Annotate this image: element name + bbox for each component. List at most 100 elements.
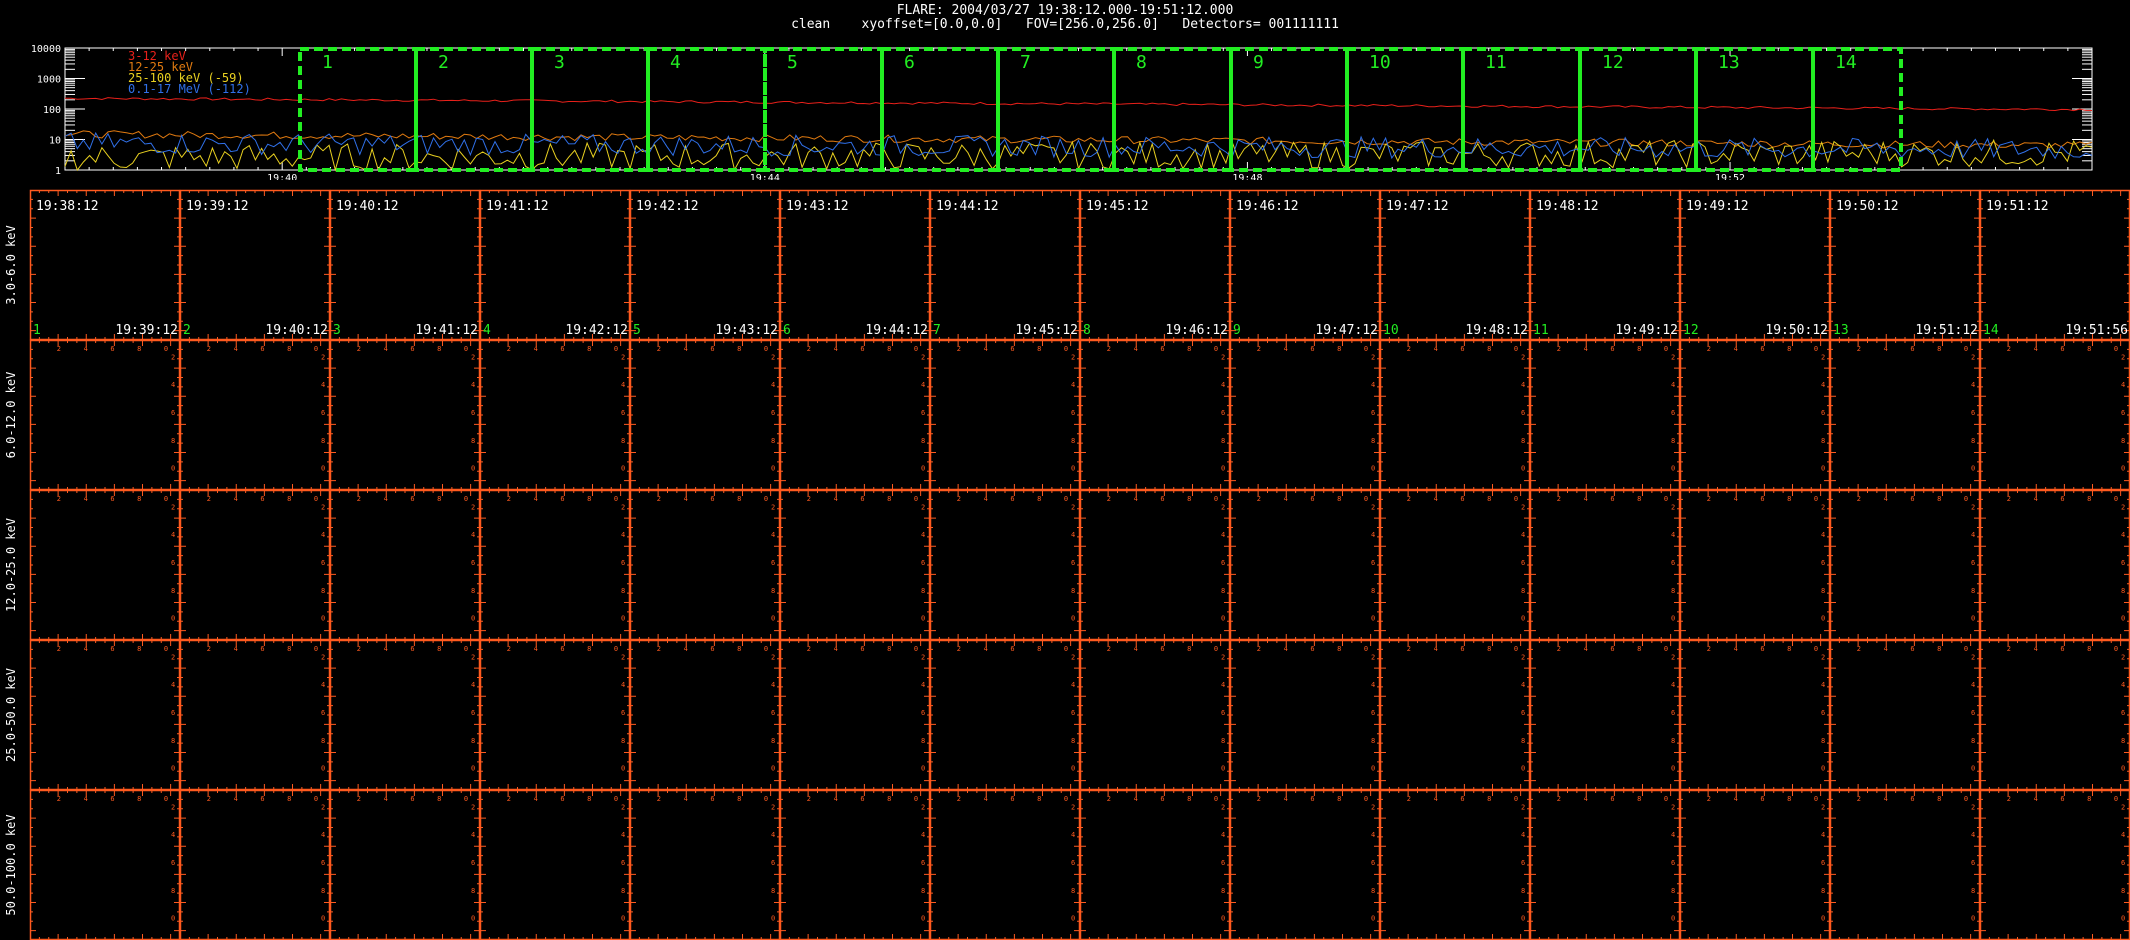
panel-axis-number: 8 — [137, 495, 141, 503]
panel-axis-number: 4 — [471, 381, 475, 389]
panel-axis-number: 0 — [1971, 615, 1975, 623]
panel-axis-number: 4 — [1071, 831, 1075, 839]
panel-axis-number: 0 — [2121, 465, 2125, 473]
panel-axis-number: 8 — [1971, 437, 1975, 445]
panel-axis-number: 8 — [1787, 645, 1791, 653]
panel-start-time: 19:44:12 — [936, 199, 999, 214]
panel-axis-number: 2 — [471, 503, 475, 511]
panel-axis-number: 8 — [737, 345, 741, 353]
panel-axis-number: 4 — [534, 495, 538, 503]
panel-axis-number: 6 — [921, 709, 925, 717]
image-panel-frame — [1079, 489, 1231, 641]
panel-axis-number: 2 — [1371, 353, 1375, 361]
image-panel-frame — [929, 789, 1081, 940]
panel-number: 4 — [483, 323, 491, 338]
panel-axis-number: 8 — [587, 495, 591, 503]
panel-axis-number: 6 — [471, 709, 475, 717]
panel-axis-number: 0 — [1364, 345, 1368, 353]
panel-axis-number: 8 — [1337, 795, 1341, 803]
panel-axis-number: 6 — [771, 859, 775, 867]
panel-axis-number: 8 — [587, 795, 591, 803]
panel-axis-number: 2 — [1821, 653, 1825, 661]
panel-axis-number: 2 — [621, 803, 625, 811]
panel-axis-number: 6 — [1821, 709, 1825, 717]
panel-axis-number: 4 — [1434, 495, 1438, 503]
panel-axis-number: 2 — [507, 795, 511, 803]
panel-start-time: 19:39:12 — [186, 199, 249, 214]
panel-axis-number: 2 — [1371, 803, 1375, 811]
panel-axis-number: 0 — [1521, 615, 1525, 623]
panel-axis-number: 6 — [1310, 795, 1314, 803]
panel-axis-number: 8 — [771, 887, 775, 895]
image-panel-frame — [1529, 639, 1681, 791]
panel-axis-number: 2 — [171, 803, 175, 811]
panel-end-time: 19:49:12 — [1615, 323, 1678, 338]
panel-axis-number: 8 — [621, 437, 625, 445]
panel-axis-number: 4 — [834, 345, 838, 353]
panel-axis-number: 0 — [2114, 495, 2118, 503]
panel-axis-number: 6 — [1160, 495, 1164, 503]
panel-axis-number: 2 — [771, 503, 775, 511]
panel-axis-number: 4 — [234, 495, 238, 503]
panel-axis-number: 8 — [321, 887, 325, 895]
panel-axis-number: 2 — [357, 495, 361, 503]
panel-axis-number: 0 — [464, 495, 468, 503]
panel-axis-number: 2 — [2121, 653, 2125, 661]
panel-axis-number: 2 — [321, 353, 325, 361]
panel-axis-number: 8 — [771, 437, 775, 445]
panel-axis-number: 4 — [534, 645, 538, 653]
panel-axis-number: 6 — [2121, 709, 2125, 717]
panel-end-time: 19:47:12 — [1315, 323, 1378, 338]
panel-axis-number: 2 — [1407, 645, 1411, 653]
panel-axis-number: 2 — [1407, 795, 1411, 803]
panel-axis-number: 6 — [1010, 345, 1014, 353]
panel-axis-number: 8 — [771, 587, 775, 595]
panel-number: 8 — [1083, 323, 1091, 338]
image-panel-frame — [479, 489, 631, 641]
panel-axis-number: 0 — [1221, 765, 1225, 773]
panel-axis-number: 4 — [1521, 531, 1525, 539]
panel-axis-number: 0 — [1514, 645, 1518, 653]
panel-axis-number: 0 — [321, 915, 325, 923]
panel-axis-number: 4 — [684, 345, 688, 353]
image-panel-frame — [1229, 789, 1381, 940]
panel-start-time: 19:38:12 — [36, 199, 99, 214]
panel-axis-number: 6 — [110, 495, 114, 503]
panel-axis-number: 0 — [464, 795, 468, 803]
panel-axis-number: 8 — [471, 887, 475, 895]
image-panel-frame — [1379, 339, 1531, 491]
panel-axis-number: 6 — [1610, 645, 1614, 653]
panel-axis-number: 2 — [2007, 495, 2011, 503]
panel-axis-number: 0 — [621, 615, 625, 623]
panel-axis-number: 0 — [321, 615, 325, 623]
panel-axis-number: 4 — [1371, 681, 1375, 689]
panel-axis-number: 4 — [1221, 531, 1225, 539]
panel-axis-number: 2 — [507, 495, 511, 503]
panel-axis-number: 4 — [1071, 381, 1075, 389]
panel-axis-number: 6 — [1971, 559, 1975, 567]
panel-axis-number: 0 — [764, 645, 768, 653]
panel-axis-number: 8 — [1187, 645, 1191, 653]
panel-axis-number: 8 — [287, 795, 291, 803]
panel-axis-number: 6 — [171, 859, 175, 867]
image-panel-frame — [479, 789, 631, 940]
panel-axis-number: 8 — [1487, 645, 1491, 653]
panel-axis-number: 4 — [1134, 495, 1138, 503]
panel-axis-number: 2 — [957, 495, 961, 503]
panel-axis-number: 4 — [621, 381, 625, 389]
image-panel-frame — [1379, 789, 1531, 940]
image-panel-frame — [1379, 489, 1531, 641]
panel-axis-number: 2 — [1857, 495, 1861, 503]
panel-axis-number: 0 — [1214, 345, 1218, 353]
panel-axis-number: 2 — [57, 495, 61, 503]
panel-end-time: 19:39:12 — [115, 323, 178, 338]
panel-axis-number: 2 — [207, 345, 211, 353]
panel-axis-number: 8 — [1671, 587, 1675, 595]
panel-number: 1 — [33, 323, 41, 338]
image-panel-frame — [1079, 639, 1231, 791]
panel-start-time: 19:40:12 — [336, 199, 399, 214]
panel-axis-number: 4 — [684, 645, 688, 653]
panel-axis-number: 0 — [171, 915, 175, 923]
panel-axis-number: 2 — [1521, 353, 1525, 361]
panel-axis-number: 4 — [534, 795, 538, 803]
